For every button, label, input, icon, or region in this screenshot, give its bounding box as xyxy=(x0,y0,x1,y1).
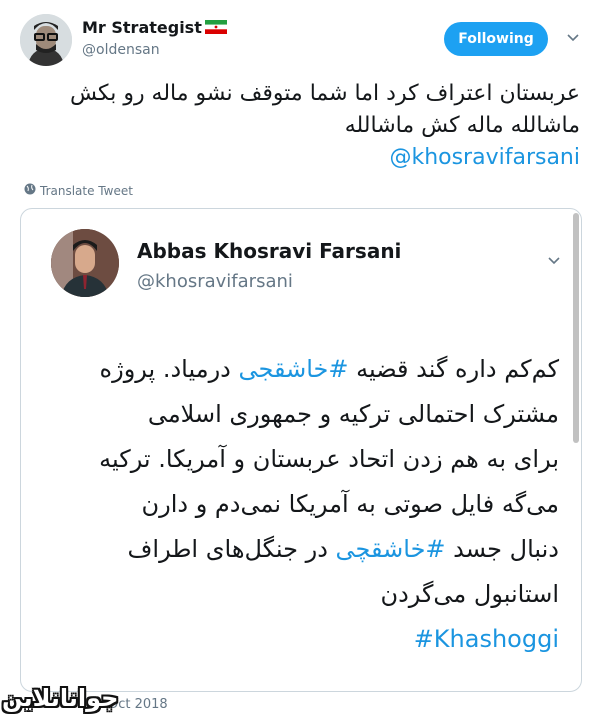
quoted-line: مشترک احتمالی ترکیه و جمهوری اسلامی xyxy=(147,400,559,428)
following-button[interactable]: Following xyxy=(444,22,548,56)
quoted-line: استانبول می‌گردن xyxy=(380,580,559,608)
chevron-down-icon[interactable] xyxy=(564,30,582,44)
translate-tweet-link[interactable]: Translate Tweet xyxy=(24,183,133,198)
chevron-down-icon[interactable] xyxy=(545,253,563,267)
mention-link[interactable]: @khosravifarsani xyxy=(389,145,580,170)
scrollbar[interactable] xyxy=(573,213,579,443)
quoted-line: برای به هم زدن اتحاد عربستان و آمریکا. ت… xyxy=(99,445,559,473)
author-handle[interactable]: @oldensan xyxy=(82,42,160,58)
quoted-tweet-card[interactable]: Abbas Khosravi Farsani @khosravifarsani … xyxy=(20,208,582,692)
hashtag-link[interactable]: #Khashoggi xyxy=(414,625,559,653)
translate-label[interactable]: Translate Tweet xyxy=(40,184,133,198)
quoted-handle[interactable]: @khosravifarsani xyxy=(137,271,293,292)
quoted-display-name[interactable]: Abbas Khosravi Farsani xyxy=(137,239,401,263)
display-name[interactable]: Mr Strategist xyxy=(82,18,202,37)
globe-icon xyxy=(24,183,36,198)
avatar[interactable] xyxy=(20,14,72,66)
tweet-line: عربستان اعتراف کرد اما شما متوقف نشو مال… xyxy=(70,81,580,106)
quoted-line: کم‌کم داره گند قضیه #خاشقجی درمیاد. پروژ… xyxy=(99,355,559,383)
watermark-logo: جوانانلاین xyxy=(2,684,119,712)
hashtag-link[interactable]: #خاشقچی xyxy=(336,535,446,563)
quoted-tweet-text: کم‌کم داره گند قضیه #خاشقجی درمیاد. پروژ… xyxy=(39,347,559,662)
tweet-text: عربستان اعتراف کرد اما شما متوقف نشو مال… xyxy=(20,78,580,174)
hashtag-link[interactable]: #خاشقجی xyxy=(238,355,348,383)
quoted-line: می‌گه فایل صوتی به آمریکا نمی‌دم و دارن xyxy=(141,490,559,518)
tweet-line: ماشالله ماله کش ماشالله xyxy=(344,113,580,138)
iran-flag-icon xyxy=(204,19,227,34)
author-name-row[interactable]: Mr Strategist xyxy=(82,18,227,37)
quoted-line: دنبال جسد #خاشقچی در جنگل‌های اطراف xyxy=(127,535,559,563)
quoted-avatar[interactable] xyxy=(51,229,119,297)
